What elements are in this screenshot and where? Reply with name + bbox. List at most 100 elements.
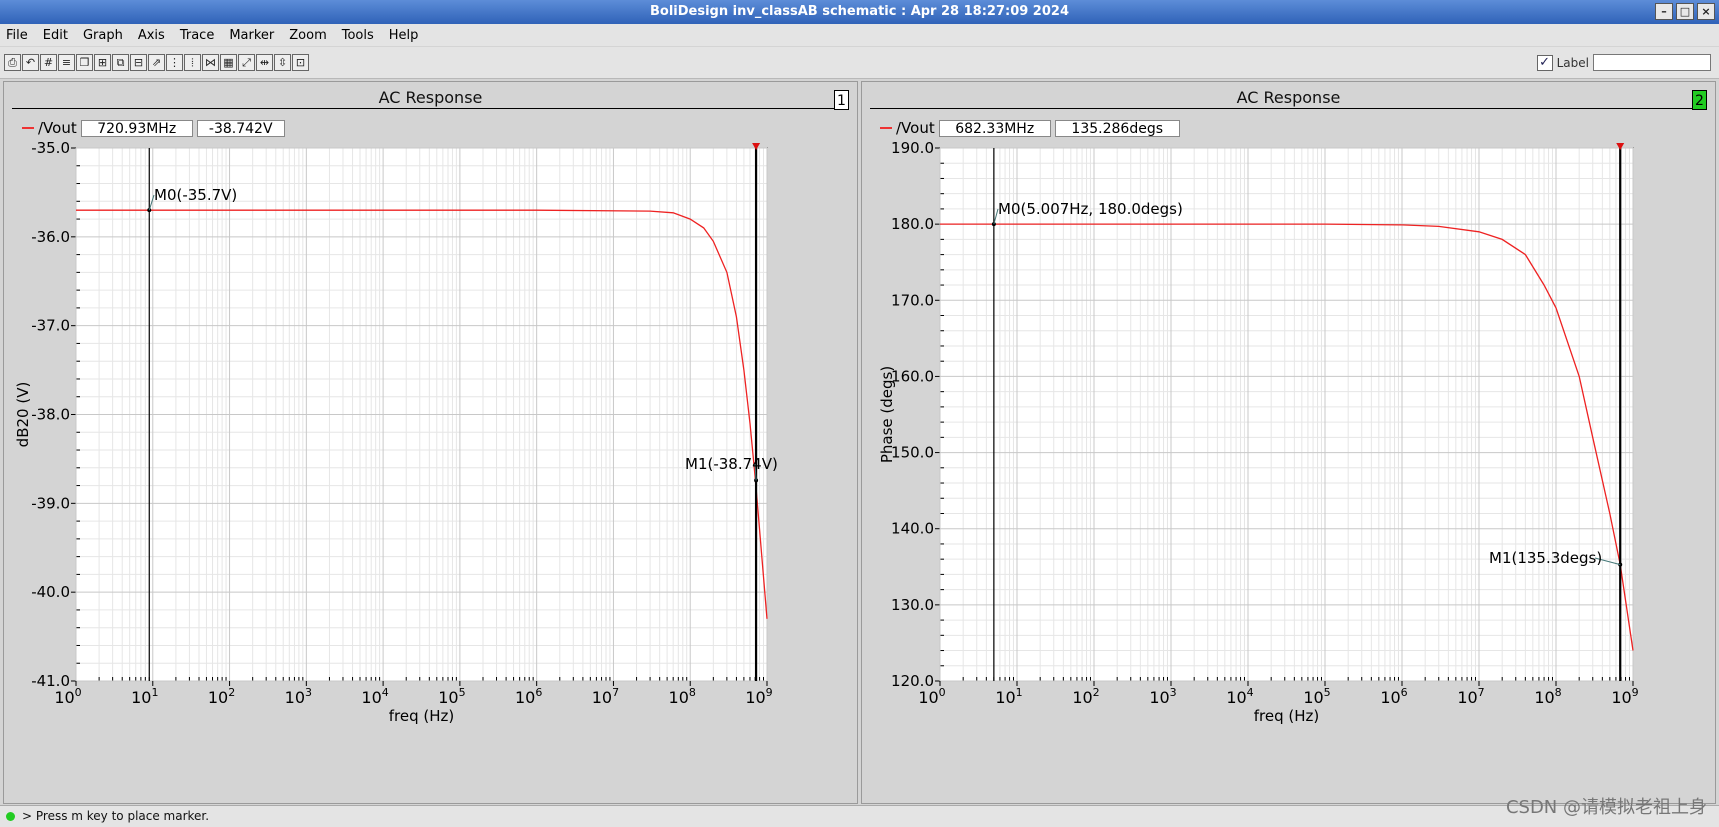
x-tick-exponent: 2	[228, 686, 235, 699]
label-input[interactable]	[1593, 54, 1711, 71]
menu-trace[interactable]: Trace	[174, 28, 224, 43]
x-tick-exponent: 7	[1478, 686, 1485, 699]
x-tick-exponent: 2	[1093, 686, 1100, 699]
y-tick-label: -40.0	[31, 583, 70, 601]
zoom-x-icon[interactable]: ⇹	[256, 54, 273, 71]
graph-panel-2[interactable]: AC Response 2 /Vout 682.33MHz 135.286deg…	[861, 81, 1716, 804]
window-title: BoliDesign inv_classAB schematic : Apr 2…	[650, 4, 1069, 19]
bars-icon[interactable]: ⋮	[166, 54, 183, 71]
x-tick-exponent: 9	[1632, 686, 1639, 699]
strip-icon[interactable]: ≡	[58, 54, 75, 71]
calculator-icon[interactable]: ▦	[220, 54, 237, 71]
maximize-button[interactable]: □	[1676, 3, 1694, 20]
x-tick-label: 108	[1534, 686, 1561, 707]
menu-graph[interactable]: Graph	[77, 28, 132, 43]
x-tick-exponent: 6	[1401, 686, 1408, 699]
y-axis-label: dB20 (V)	[14, 382, 32, 448]
menu-edit[interactable]: Edit	[37, 28, 77, 43]
watermark: CSDN @请模拟老祖上身	[1505, 797, 1707, 818]
x-tick-exponent: 1	[151, 686, 158, 699]
x-tick-exponent: 6	[535, 686, 542, 699]
marker-label: M0(-35.7V)	[154, 186, 237, 204]
x-tick-label: 102	[208, 686, 235, 707]
zoom-y-icon[interactable]: ⇳	[274, 54, 291, 71]
x-tick-label: 108	[669, 686, 696, 707]
y-tick-label: -39.0	[31, 494, 70, 512]
y-tick-label: -35.0	[31, 139, 70, 157]
x-tick-label: 101	[131, 686, 158, 707]
close-button[interactable]: ×	[1697, 3, 1715, 20]
marker-label: M1(-38.74V)	[685, 455, 778, 473]
marker-tool-icon[interactable]: ⋈	[202, 54, 219, 71]
x-tick-label: 102	[1072, 686, 1099, 707]
x-tick-exponent: 5	[459, 686, 466, 699]
graph-panel-1[interactable]: AC Response 1 /Vout 720.93MHz -38.742V -…	[3, 81, 858, 804]
menu-marker[interactable]: Marker	[223, 28, 283, 43]
x-tick-exponent: 0	[75, 686, 82, 699]
x-tick-label: 109	[1611, 686, 1638, 707]
y-tick-label: -38.0	[31, 406, 70, 424]
new-window-icon[interactable]: ❐	[76, 54, 93, 71]
x-tick-label: 104	[1226, 686, 1253, 707]
overlay-icon[interactable]: ⊟	[130, 54, 147, 71]
menu-axis[interactable]: Axis	[132, 28, 174, 43]
x-tick-label: 103	[1149, 686, 1176, 707]
y-tick-label: 140.0	[891, 520, 934, 538]
x-tick-label: 107	[1457, 686, 1484, 707]
menu-file[interactable]: File	[0, 28, 37, 43]
chart-plot[interactable]: -35.0-36.0-37.0-38.0-39.0-40.0-41.0100 10…	[4, 82, 859, 805]
y-tick-label: 150.0	[891, 444, 934, 462]
bars2-icon[interactable]: ⦙	[184, 54, 201, 71]
minimize-button[interactable]: –	[1655, 3, 1673, 20]
y-tick-label: 180.0	[891, 215, 934, 233]
x-tick-exponent: 0	[939, 686, 946, 699]
x-tick-exponent: 5	[1324, 686, 1331, 699]
x-tick-label: 106	[515, 686, 542, 707]
y-tick-label: -36.0	[31, 228, 70, 246]
undo-icon[interactable]: ↶	[22, 54, 39, 71]
plot-area	[939, 147, 1634, 682]
copy-graph-icon[interactable]: ⧉	[112, 54, 129, 71]
y-tick-label: 160.0	[891, 367, 934, 385]
x-tick-label: 107	[592, 686, 619, 707]
y-tick-label: 190.0	[891, 139, 934, 157]
y-axis-label: Phase (degs)	[878, 366, 896, 463]
grid-icon[interactable]: #	[40, 54, 57, 71]
chart-plot[interactable]: 190.0180.0170.0160.0150.0140.0130.0120.0…	[862, 82, 1717, 805]
x-tick-label: 100	[918, 686, 945, 707]
x-tick-exponent: 3	[305, 686, 312, 699]
x-tick-label: 100	[54, 686, 81, 707]
x-tick-label: 109	[745, 686, 772, 707]
x-tick-label: 101	[995, 686, 1022, 707]
y-tick-label: 130.0	[891, 596, 934, 614]
x-tick-label: 105	[1303, 686, 1330, 707]
zoom-box-icon[interactable]: ⊡	[292, 54, 309, 71]
label-control: ✓ Label	[1536, 54, 1711, 71]
marker-label: M0(5.007Hz, 180.0degs)	[998, 200, 1183, 218]
split-icon[interactable]: ⊞	[94, 54, 111, 71]
x-tick-exponent: 3	[1170, 686, 1177, 699]
label-text: Label	[1556, 55, 1589, 70]
print-icon[interactable]: ⎙	[4, 54, 21, 71]
menu-bar: File Edit Graph Axis Trace Marker Zoom T…	[0, 24, 1719, 46]
zoom-fit-icon[interactable]: ⤢	[238, 54, 255, 71]
y-tick-label: 170.0	[891, 291, 934, 309]
y-tick-label: -37.0	[31, 317, 70, 335]
label-checkbox[interactable]: ✓	[1536, 54, 1553, 71]
window-title-bar: BoliDesign inv_classAB schematic : Apr 2…	[0, 0, 1719, 24]
x-tick-exponent: 4	[382, 686, 389, 699]
status-text: > Press m key to place marker.	[22, 809, 210, 823]
x-tick-exponent: 4	[1247, 686, 1254, 699]
menu-tools[interactable]: Tools	[336, 28, 383, 43]
x-tick-label: 106	[1380, 686, 1407, 707]
x-tick-exponent: 8	[1555, 686, 1562, 699]
status-led-icon	[6, 812, 15, 821]
menu-help[interactable]: Help	[383, 28, 428, 43]
x-axis-label: freq (Hz)	[1254, 707, 1320, 725]
marker-label: M1(135.3degs)	[1489, 549, 1602, 567]
x-tick-exponent: 8	[689, 686, 696, 699]
x-tick-label: 103	[285, 686, 312, 707]
menu-zoom[interactable]: Zoom	[283, 28, 335, 43]
move-trace-icon[interactable]: ⇗	[148, 54, 165, 71]
toolbar: ⎙ ↶ # ≡ ❐ ⊞ ⧉ ⊟ ⇗ ⋮ ⦙ ⋈ ▦ ⤢ ⇹ ⇳ ⊡	[0, 47, 1719, 79]
